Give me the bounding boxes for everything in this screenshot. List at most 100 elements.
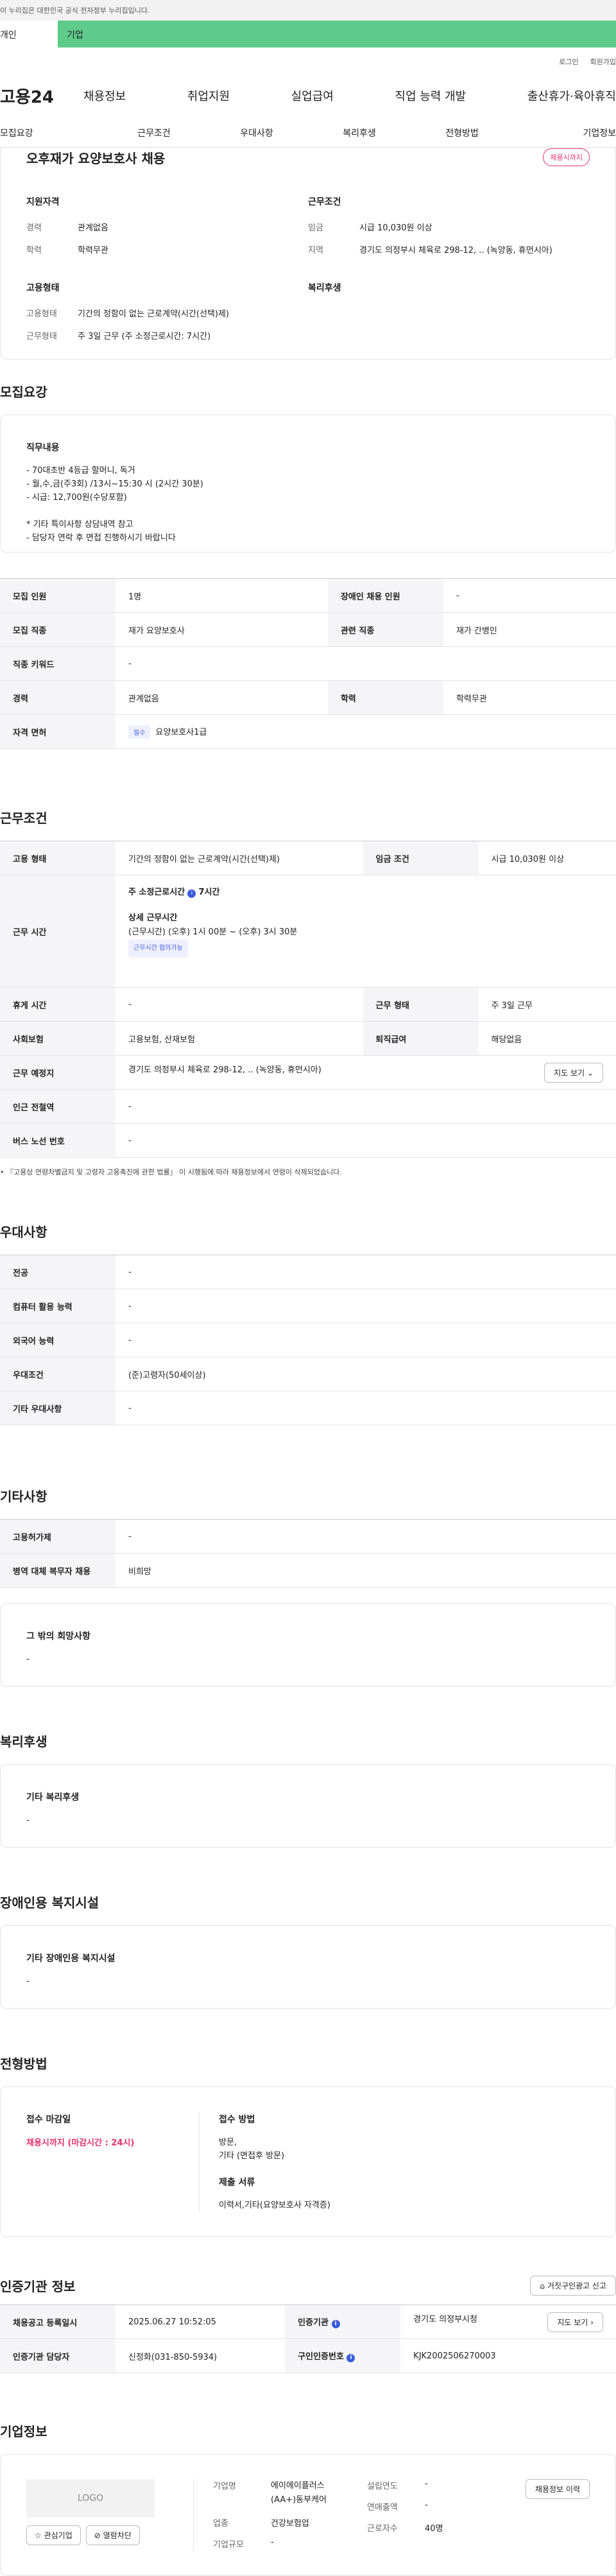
row-value: 1명 [116, 578, 328, 613]
row-key: 근무 시간 [0, 875, 116, 988]
deadline-badge: 채용시까지 [543, 148, 590, 166]
agency-map-label: 지도 보기 [557, 2317, 588, 2327]
table-row: 병역 대체 복무자 채용 비희망 [0, 1553, 616, 1588]
company-key: 근로자수 [367, 2524, 398, 2534]
row-value: - [116, 1123, 616, 1158]
job-summary-card: 오후재가 요양보호사 채용 채용시까지 지원자격 경력 관계없음 학력 학력무관 근… [0, 148, 616, 359]
company-section-title: 기업정보 [0, 2424, 47, 2439]
table-row: 고용허가제 - [0, 1519, 616, 1554]
gnb-item-benefit[interactable]: 실업급여 [291, 87, 334, 104]
row-value: 관계없음 [116, 680, 328, 715]
favorite-company-button[interactable]: ☆ 관심기업 [26, 2525, 81, 2545]
info-icon[interactable]: i [331, 2320, 340, 2328]
join-link[interactable]: 회원가입 [590, 56, 616, 73]
recruit-section-title: 모집요강 [0, 384, 47, 400]
row-key: 병역 대체 복무자 채용 [0, 1553, 116, 1588]
row-key: 관련 직종 [327, 612, 443, 647]
tab-welfare[interactable]: 복리후생 [308, 126, 411, 139]
agency-cell: 경기도 의정부시청 지도 보기 › [400, 2305, 616, 2339]
row-key: 자격 면허 [0, 714, 116, 749]
gnb-menu: 채용정보 취업지원 실업급여 직업 능력 개발 출산휴가·육아휴직 [83, 87, 616, 104]
apply-section-title: 전형방법 [0, 2056, 47, 2072]
apply-box: 접수 마감일 채용시까지 (마감시간 : 24시) 접수 방법 방문, 기타 (… [0, 2086, 616, 2237]
site-logo[interactable]: 고용24 [0, 84, 83, 108]
row-value: - [443, 578, 616, 613]
emp-key: 근무형태 [26, 332, 57, 341]
report-fake-ad-button[interactable]: ⌂ 거짓구인광고 신고 [530, 2276, 616, 2296]
company-value: - [271, 2537, 274, 2547]
pref-section-title: 우대사항 [0, 1224, 47, 1240]
star-icon: ☆ [35, 2531, 42, 2540]
company-name: 에이에이플러스(AA+)동부케어 [271, 2481, 327, 2505]
login-link[interactable]: 로그인 [559, 56, 578, 73]
table-row: 인근 전철역 - [0, 1089, 616, 1124]
info-icon[interactable]: i [346, 2354, 355, 2362]
welfare-value: - [26, 1816, 30, 1825]
qual-title: 지원자격 [26, 197, 60, 207]
gnb-item-jobs[interactable]: 채용정보 [83, 87, 126, 104]
duty-text: - 70대초반 4등급 할머니, 독거 - 월,수,금(주3회) /13시~15… [26, 466, 203, 543]
row-key: 근무 형태 [363, 987, 479, 1022]
table-row: 우대조건 (준)고령자(50세이상) [0, 1357, 616, 1391]
emp-value: 기간의 정함이 없는 근로계약(시간(선택)제) [78, 309, 230, 319]
table-row: 인증기관 담당자 신정화(031-850-5934) 구인인증번호 i KJK2002… [0, 2339, 616, 2373]
table-row: 직종 키워드 - [0, 646, 616, 681]
row-key: 임금 조건 [363, 841, 479, 875]
qual-key: 학력 [26, 246, 42, 255]
license-cell: 필수 요양보호사1급 [116, 714, 616, 749]
tab-corp[interactable]: 기업 [58, 21, 616, 47]
row-value: (준)고령자(50세이상) [116, 1357, 616, 1391]
company-key: 설립연도 [367, 2482, 398, 2491]
company-key: 업종 [213, 2519, 228, 2529]
tab-preferences[interactable]: 우대사항 [205, 126, 308, 139]
tab-recruit[interactable]: 모집요강 [0, 126, 103, 139]
hope-label: 그 밖의 희망사항 [26, 1631, 90, 1642]
agency-value: 경기도 의정부시청 [413, 2314, 477, 2324]
agency-map-button[interactable]: 지도 보기 › [547, 2312, 603, 2332]
work-time-cell: 주 소정근로시간 i 7시간 상세 근무시간 (근무시간) (오후) 1시 00… [116, 875, 616, 988]
tab-conditions[interactable]: 근무조건 [103, 126, 205, 139]
row-key: 고용 형태 [0, 841, 116, 875]
row-value: - [116, 646, 616, 681]
row-key: 인근 전철역 [0, 1089, 116, 1124]
hiring-history-button[interactable]: 채용정보 이력 [525, 2479, 590, 2499]
emp-title: 고용형태 [26, 283, 60, 293]
row-key: 학력 [327, 680, 443, 715]
disability-section-title: 장애인용 복지시설 [0, 1895, 99, 1911]
gnb-item-support[interactable]: 취업지원 [187, 87, 230, 104]
row-value: 비희망 [116, 1553, 616, 1588]
row-key: 인증기관 담당자 [0, 2339, 116, 2373]
row-key: 사회보험 [0, 1021, 116, 1056]
table-row: 모집 직종 재가 요양보호사 관련 직종 재가 간병인 [0, 612, 616, 647]
disability-label: 기타 장애인용 복지시설 [26, 1953, 116, 1964]
disability-value: - [26, 1977, 30, 1986]
work-section-title: 근무조건 [0, 811, 47, 826]
map-button[interactable]: 지도 보기 ⌄ [544, 1062, 603, 1083]
gnb-item-leave[interactable]: 출산휴가·육아휴직 [527, 87, 616, 104]
docs-label: 제출 서류 [219, 2177, 255, 2188]
tab-company[interactable]: 기업정보 [513, 126, 616, 139]
row-key: 장애인 채용 인원 [327, 578, 443, 613]
row-value: 재가 간병인 [443, 612, 616, 647]
row-key: 컴퓨터 활용 능력 [0, 1289, 116, 1323]
row-value: - [116, 1289, 616, 1323]
row-key: 버스 노선 번호 [0, 1123, 116, 1158]
gov-banner: 이 누리집은 대한민국 공식 전자정부 누리집입니다. [0, 0, 616, 21]
company-value: - [425, 2500, 428, 2510]
row-key: 고용허가제 [0, 1519, 116, 1554]
company-value: 건강보험업 [271, 2519, 309, 2529]
docs-value: 이력서,기타(요양보호사 자격증) [219, 2201, 330, 2210]
tab-selection[interactable]: 전형방법 [411, 126, 513, 139]
negotiable-pill: 근무시간 협의가능 [128, 940, 188, 957]
info-icon[interactable]: i [187, 889, 196, 898]
house-icon: ⌂ [540, 2281, 545, 2290]
row-value: - [116, 1323, 616, 1357]
company-box: LOGO ☆ 관심기업 ⊘ 열람차단 기업명 에이에이플러스(AA+)동부케어 업… [0, 2454, 616, 2576]
util-links: 로그인 회원가입 [0, 47, 616, 73]
tab-personal[interactable]: 개인 [0, 21, 58, 47]
agency-label: 인증기관 [298, 2318, 329, 2328]
gnb-item-training[interactable]: 직업 능력 개발 [395, 87, 466, 104]
welfare-summary-title: 복리후생 [308, 283, 341, 293]
row-key: 채용공고 등록일시 [0, 2305, 116, 2339]
block-company-button[interactable]: ⊘ 열람차단 [85, 2525, 140, 2545]
